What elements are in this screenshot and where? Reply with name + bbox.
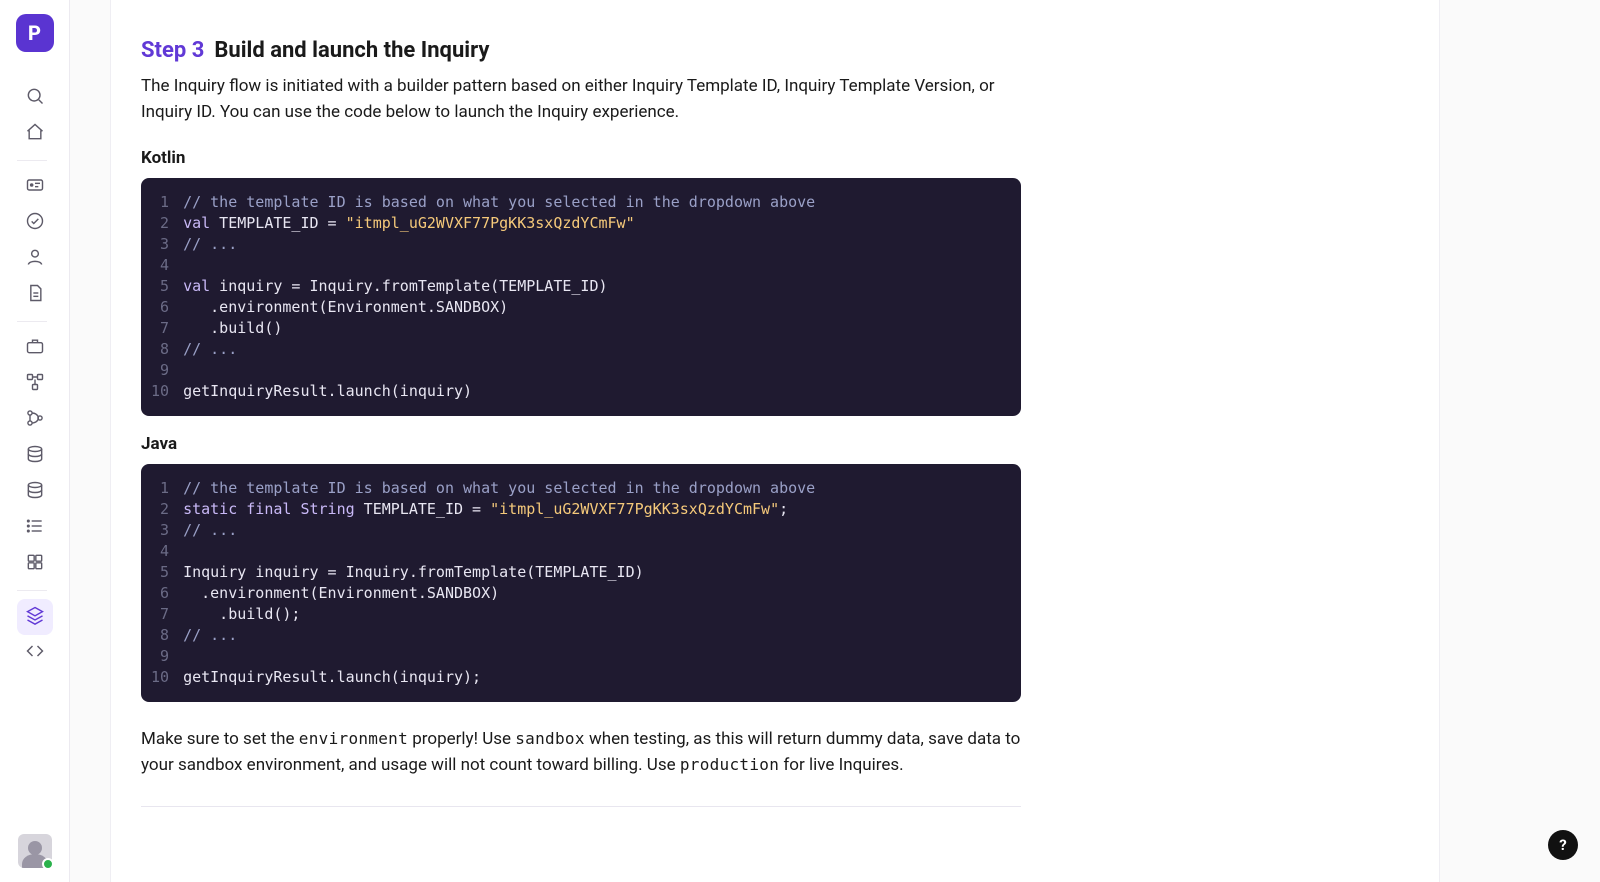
grid-icon [25, 552, 45, 576]
env-note: Make sure to set the environment properl… [141, 726, 1021, 779]
section-divider [141, 806, 1021, 807]
user-avatar[interactable] [18, 824, 52, 868]
code-line: // ... [183, 625, 815, 646]
user-icon [25, 247, 45, 271]
sidebar-item-db2[interactable] [17, 474, 53, 510]
card-icon [25, 175, 45, 199]
code-lang-heading: Java [141, 434, 1021, 454]
code-line: // the template ID is based on what you … [183, 478, 815, 499]
sidebar-item-layers[interactable] [17, 599, 53, 635]
sidebar-item-list[interactable] [17, 510, 53, 546]
code-icon [25, 641, 45, 665]
line-number: 6 [151, 297, 183, 318]
sidebar-item-card[interactable] [17, 169, 53, 205]
line-number: 1 [151, 478, 183, 499]
code-line [183, 360, 815, 381]
sidebar-item-db1[interactable] [17, 438, 53, 474]
line-number: 10 [151, 667, 183, 688]
help-button[interactable]: ? [1548, 830, 1578, 860]
line-number: 7 [151, 318, 183, 339]
database-icon [25, 480, 45, 504]
line-number: 10 [151, 381, 183, 402]
code-line [183, 646, 815, 667]
code-line: getInquiryResult.launch(inquiry) [183, 381, 815, 402]
code-line: // ... [183, 234, 815, 255]
sidebar-item-check[interactable] [17, 205, 53, 241]
sidebar: P [0, 0, 70, 882]
code-line: getInquiryResult.launch(inquiry); [183, 667, 815, 688]
step-heading: Step 3 Build and launch the Inquiry [141, 38, 1021, 63]
line-number: 6 [151, 583, 183, 604]
line-number: 4 [151, 541, 183, 562]
sidebar-item-user[interactable] [17, 241, 53, 277]
branch-icon [25, 408, 45, 432]
document-icon [25, 283, 45, 307]
code-line: .build(); [183, 604, 815, 625]
code-line: .environment(Environment.SANDBOX) [183, 583, 815, 604]
code-line [183, 255, 815, 276]
check-circle-icon [25, 211, 45, 235]
line-number: 1 [151, 192, 183, 213]
code-line: .build() [183, 318, 815, 339]
line-number: 4 [151, 255, 183, 276]
step-description: The Inquiry flow is initiated with a bui… [141, 73, 1021, 126]
presence-indicator [42, 858, 54, 870]
line-number: 2 [151, 213, 183, 234]
line-number: 8 [151, 625, 183, 646]
sidebar-item-apps[interactable] [17, 546, 53, 582]
list-icon [25, 516, 45, 540]
code-line: .environment(Environment.SANDBOX) [183, 297, 815, 318]
code-line: // the template ID is based on what you … [183, 192, 815, 213]
line-number: 7 [151, 604, 183, 625]
step-tag: Step 3 [141, 38, 204, 63]
code-line: val TEMPLATE_ID = "itmpl_uG2WVXF77PgKK3s… [183, 213, 815, 234]
sidebar-item-briefcase[interactable] [17, 330, 53, 366]
sidebar-divider [17, 321, 47, 322]
sidebar-item-code[interactable] [17, 635, 53, 671]
sidebar-item-doc[interactable] [17, 277, 53, 313]
search-icon [25, 86, 45, 110]
database-icon [25, 444, 45, 468]
sidebar-item-nodes[interactable] [17, 366, 53, 402]
inline-code-environment: environment [299, 729, 408, 748]
line-number: 3 [151, 234, 183, 255]
home-icon [25, 122, 45, 146]
sidebar-divider [17, 160, 47, 161]
sidebar-item-branch[interactable] [17, 402, 53, 438]
sidebar-divider [17, 590, 47, 591]
code-line: // ... [183, 520, 815, 541]
line-number: 2 [151, 499, 183, 520]
code-line: // ... [183, 339, 815, 360]
briefcase-icon [25, 336, 45, 360]
line-number: 8 [151, 339, 183, 360]
doc-panel: Step 3 Build and launch the Inquiry The I… [110, 0, 1440, 882]
layers-icon [25, 605, 45, 629]
code-line: static final String TEMPLATE_ID = "itmpl… [183, 499, 815, 520]
step-title: Build and launch the Inquiry [214, 38, 489, 63]
line-number: 5 [151, 562, 183, 583]
sidebar-item-home[interactable] [17, 116, 53, 152]
code-line [183, 541, 815, 562]
nodes-icon [25, 372, 45, 396]
code-lang-heading: Kotlin [141, 148, 1021, 168]
app-logo[interactable]: P [16, 14, 54, 52]
line-number: 5 [151, 276, 183, 297]
code-line: val inquiry = Inquiry.fromTemplate(TEMPL… [183, 276, 815, 297]
inline-code-sandbox: sandbox [515, 729, 585, 748]
sidebar-item-search[interactable] [17, 80, 53, 116]
code-block-kotlin[interactable]: 1// the template ID is based on what you… [141, 178, 1021, 416]
inline-code-production: production [680, 755, 779, 774]
code-block-java[interactable]: 1// the template ID is based on what you… [141, 464, 1021, 702]
code-line: Inquiry inquiry = Inquiry.fromTemplate(T… [183, 562, 815, 583]
line-number: 9 [151, 646, 183, 667]
line-number: 3 [151, 520, 183, 541]
line-number: 9 [151, 360, 183, 381]
